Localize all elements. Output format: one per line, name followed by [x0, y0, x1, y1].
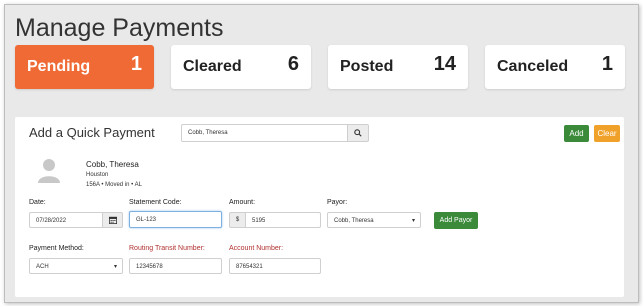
date-input[interactable]: 07/28/2022 [29, 212, 103, 228]
customer-meta: 156A • Moved in • AL [86, 182, 142, 188]
quick-payment-panel: Add a Quick Payment Cobb, Theresa Add Cl… [15, 117, 624, 297]
quick-payment-title: Add a Quick Payment [29, 125, 155, 140]
payment-method-value: ACH [36, 264, 49, 270]
statement-code-input[interactable]: GL-123 [129, 211, 222, 228]
account-number-label: Account Number: [229, 245, 284, 252]
customer-city: Houston [86, 172, 109, 178]
status-card-label: Pending [27, 58, 91, 75]
amount-currency-prefix: $ [229, 212, 246, 228]
status-card-label: Posted [340, 58, 394, 75]
search-button[interactable] [347, 124, 369, 142]
routing-number-input[interactable]: 12345678 [129, 258, 222, 274]
status-card-canceled[interactable]: Canceled 1 [485, 45, 625, 89]
payor-label: Payor: [327, 199, 348, 206]
app-window: Manage Payments Pending 1 Cleared 6 Post… [4, 4, 639, 303]
amount-input[interactable]: 5195 [245, 212, 321, 228]
payor-select[interactable]: Cobb, Theresa ▾ [327, 212, 421, 228]
search-icon [354, 129, 362, 137]
status-card-count: 6 [287, 53, 299, 75]
chevron-down-icon: ▾ [113, 264, 117, 270]
page-title: Manage Payments [15, 14, 224, 42]
status-card-cleared[interactable]: Cleared 6 [171, 45, 311, 89]
date-label: Date: [29, 199, 46, 206]
calendar-icon [108, 216, 117, 224]
status-card-posted[interactable]: Posted 14 [328, 45, 468, 89]
add-button[interactable]: Add [564, 125, 589, 142]
customer-search-input[interactable]: Cobb, Theresa [181, 124, 361, 142]
account-number-input[interactable]: 87654321 [229, 258, 321, 274]
status-card-label: Canceled [497, 58, 569, 75]
person-avatar-icon [38, 159, 60, 183]
status-card-pending[interactable]: Pending 1 [15, 45, 154, 89]
add-payor-button[interactable]: Add Payor [434, 212, 478, 229]
routing-number-label: Routing Transit Number: [129, 245, 205, 252]
calendar-button[interactable] [102, 212, 123, 228]
clear-button[interactable]: Clear [594, 125, 620, 142]
status-card-count: 1 [130, 53, 142, 75]
statement-code-label: Statement Code: [129, 199, 182, 206]
chevron-down-icon: ▾ [411, 218, 415, 224]
customer-name: Cobb, Theresa [86, 160, 139, 169]
status-card-label: Cleared [183, 58, 242, 75]
payment-method-select[interactable]: ACH ▾ [29, 258, 123, 274]
payment-method-label: Payment Method: [29, 245, 84, 252]
status-card-count: 1 [601, 53, 613, 75]
payor-select-value: Cobb, Theresa [334, 218, 374, 224]
status-card-count: 14 [433, 53, 456, 75]
amount-label: Amount: [229, 199, 256, 206]
